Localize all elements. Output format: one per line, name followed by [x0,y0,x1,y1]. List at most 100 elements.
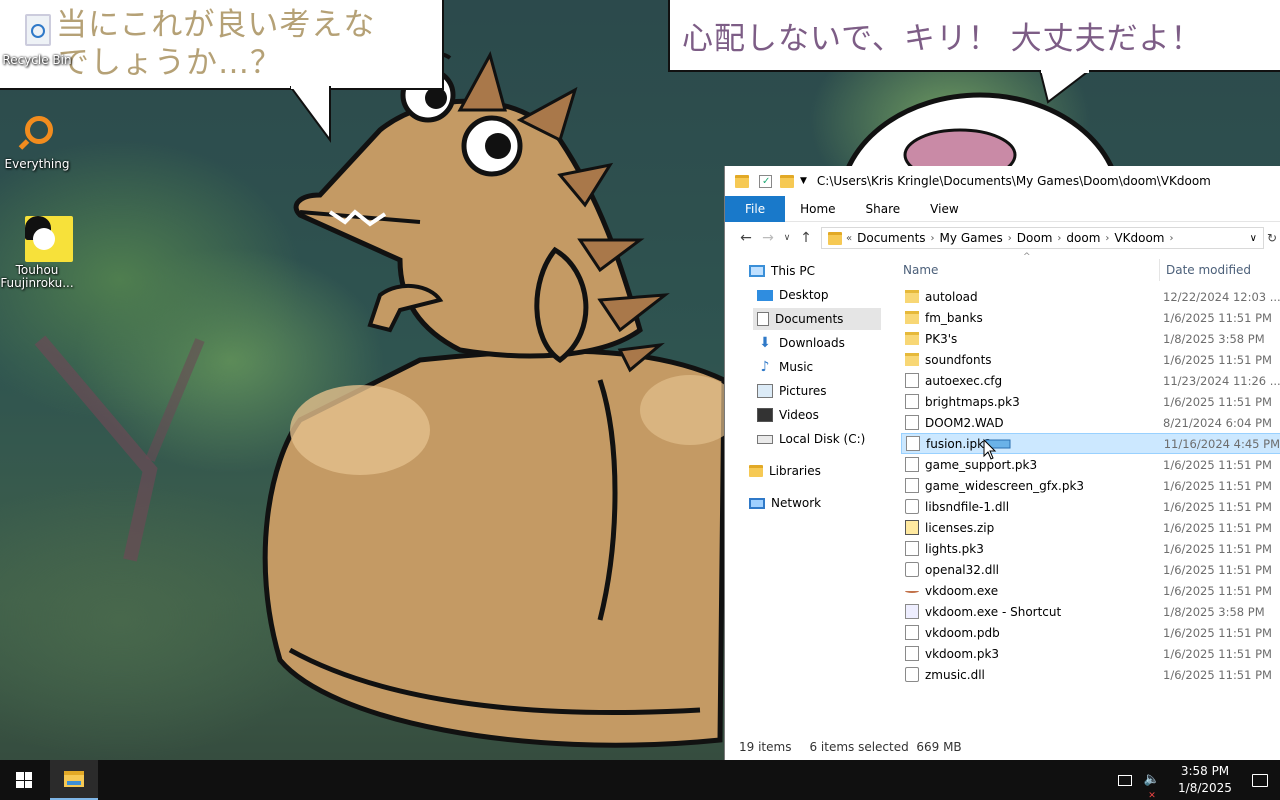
file-name: lights.pk3 [925,541,984,556]
refresh-icon[interactable]: ↻ [1264,231,1280,245]
clock[interactable]: 3:58 PM 1/8/2025 [1170,763,1240,797]
drive-icon [757,434,773,444]
breadcrumb[interactable]: « Documents › My Games › Doom › doom › V… [821,227,1264,249]
file-row[interactable]: vkdoom.exe - Shortcut 1/8/2025 3:58 PM [901,601,1280,622]
tab-view[interactable]: View [915,196,973,222]
breadcrumb-separator-icon[interactable]: › [1008,233,1012,244]
file-date-modified: 1/6/2025 11:51 PM [1163,457,1272,472]
libraries-icon [749,465,763,477]
taskbar-file-explorer[interactable] [50,760,98,800]
volume-muted-icon[interactable]: 🔈✕ [1142,772,1162,800]
breadcrumb-vkdoom[interactable]: VKdoom [1114,231,1164,245]
back-arrow-icon[interactable]: ← [735,230,757,246]
file-row[interactable]: autoload 12/22/2024 12:03 ... [901,286,1280,307]
file-name: game_widescreen_gfx.pk3 [925,478,1085,493]
file-row[interactable]: brightmaps.pk3 1/6/2025 11:51 PM [901,391,1280,412]
file-icon [905,646,919,661]
nav-documents[interactable]: Documents [753,308,881,330]
nav-downloads[interactable]: ⬇ Downloads [757,332,845,354]
nav-this-pc[interactable]: This PC [749,260,815,282]
file-name: vkdoom.exe [925,583,999,598]
file-row[interactable]: licenses.zip 1/6/2025 11:51 PM [901,517,1280,538]
nav-music[interactable]: ♪ Music [757,356,814,378]
column-name[interactable]: Name [901,263,1159,277]
quick-access-dropdown-icon[interactable]: ▼ [800,176,807,186]
explorer-titlebar[interactable]: ✓ ▼ C:\Users\Kris Kringle\Documents\My G… [725,166,1280,196]
tab-home[interactable]: Home [785,196,850,222]
file-date-modified: 11/23/2024 11:26 ... [1163,373,1280,388]
desktop-icon [757,289,773,301]
file-date-modified: 1/8/2025 3:58 PM [1163,604,1265,619]
file-name: soundfonts [925,352,992,367]
file-name: zmusic.dll [925,667,985,682]
forward-arrow-icon[interactable]: → [757,230,779,246]
tab-share[interactable]: Share [851,196,916,222]
file-row[interactable]: openal32.dll 1/6/2025 11:51 PM [901,559,1280,580]
nav-local-disk[interactable]: Local Disk (C:) [757,428,865,450]
breadcrumb-documents[interactable]: Documents [857,231,925,245]
desktop-icon-touhou[interactable]: Touhou Fuujinroku... [0,214,74,290]
dll-file-icon [905,499,919,514]
executable-icon [905,589,919,593]
file-icon [905,457,919,472]
file-row[interactable]: fm_banks 1/6/2025 11:51 PM [901,307,1280,328]
notifications-button[interactable] [1240,773,1280,787]
file-name: openal32.dll [925,562,1000,577]
file-row[interactable]: game_widescreen_gfx.pk3 1/6/2025 11:51 PM [901,475,1280,496]
file-explorer-window[interactable]: ✓ ▼ C:\Users\Kris Kringle\Documents\My G… [724,166,1280,760]
file-row[interactable]: vkdoom.pk3 1/6/2025 11:51 PM [901,643,1280,664]
start-button[interactable] [0,760,48,800]
file-row[interactable]: autoexec.cfg 11/23/2024 11:26 ... [901,370,1280,391]
breadcrumb-separator-icon[interactable]: › [1170,233,1174,244]
file-name: PK3's [925,331,958,346]
folder-icon [905,332,919,345]
file-row[interactable]: vkdoom.exe 1/6/2025 11:51 PM [901,580,1280,601]
column-date-modified[interactable]: Date modified [1159,259,1251,281]
breadcrumb-separator-icon[interactable]: › [931,233,935,244]
file-row[interactable]: game_support.pk3 1/6/2025 11:51 PM [901,454,1280,475]
file-row[interactable]: soundfonts 1/6/2025 11:51 PM [901,349,1280,370]
window-title: C:\Users\Kris Kringle\Documents\My Games… [816,174,1211,188]
file-row[interactable]: PK3's 1/8/2025 3:58 PM [901,328,1280,349]
breadcrumb-doom-sub[interactable]: doom [1066,231,1100,245]
recent-dropdown-icon[interactable]: ∨ [779,233,795,243]
file-row[interactable]: zmusic.dll 1/6/2025 11:51 PM [901,664,1280,685]
network-icon[interactable] [1118,774,1132,786]
column-header: Name Date modified ^ [901,252,1280,286]
breadcrumb-separator-icon[interactable]: › [1105,233,1109,244]
address-dropdown-icon[interactable]: ∨ [1244,233,1263,244]
nav-network[interactable]: Network [749,492,821,514]
nav-pictures[interactable]: Pictures [757,380,827,402]
file-row[interactable]: lights.pk3 1/6/2025 11:51 PM [901,538,1280,559]
breadcrumb-doom[interactable]: Doom [1017,231,1053,245]
desktop-icon-recycle-bin[interactable]: Recycle Bin [0,8,74,67]
nav-libraries[interactable]: Libraries [749,460,821,482]
file-icon [905,625,919,640]
file-date-modified: 12/22/2024 12:03 ... [1163,289,1280,304]
properties-icon[interactable]: ✓ [759,174,772,188]
up-arrow-icon[interactable]: ↑ [795,230,817,246]
nav-desktop[interactable]: Desktop [757,284,829,306]
new-folder-icon[interactable] [780,174,794,188]
file-row[interactable]: libsndfile-1.dll 1/6/2025 11:51 PM [901,496,1280,517]
file-date-modified: 1/6/2025 11:51 PM [1163,394,1272,409]
file-icon [905,478,919,493]
nav-videos[interactable]: Videos [757,404,819,426]
file-row[interactable]: vkdoom.pdb 1/6/2025 11:51 PM [901,622,1280,643]
desktop-icon-everything[interactable]: Everything [0,112,74,171]
file-explorer-icon [64,771,84,787]
dll-file-icon [905,562,919,577]
file-row[interactable]: DOOM2.WAD 8/21/2024 6:04 PM [901,412,1280,433]
desktop-icon-label: Everything [4,157,70,171]
breadcrumb-my-games[interactable]: My Games [940,231,1003,245]
folder-icon [828,231,842,245]
overflow-chevron-icon[interactable]: « [846,233,852,244]
tab-file[interactable]: File [725,195,786,222]
file-row[interactable]: fusion.ipk3 11/16/2024 4:45 PM [901,433,1280,454]
system-tray: 🔈✕ 3:58 PM 1/8/2025 [1118,760,1280,800]
speech-bubble-left-tail [290,86,331,144]
breadcrumb-separator-icon[interactable]: › [1057,233,1061,244]
file-date-modified: 1/6/2025 11:51 PM [1163,478,1272,493]
file-icon [905,394,919,409]
nav-label: Pictures [779,384,827,398]
